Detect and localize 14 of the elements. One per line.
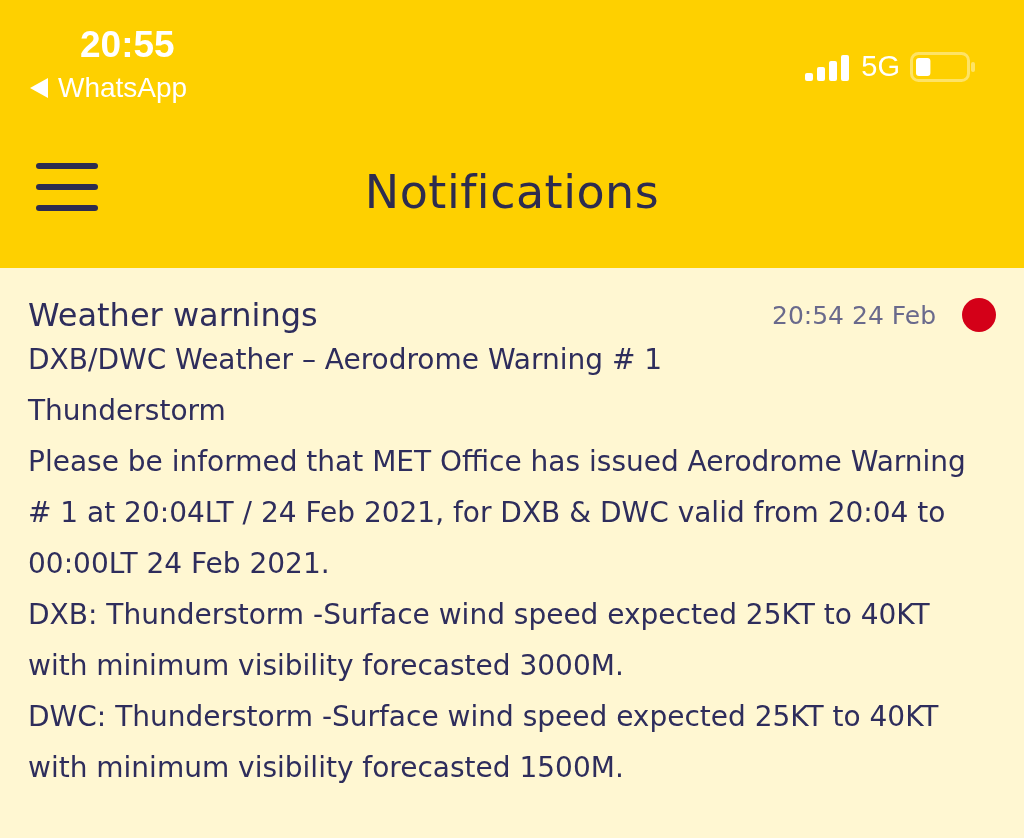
notification-text: DXB/DWC Weather – Aerodrome Warning # 1 xyxy=(28,342,664,378)
signal-icon xyxy=(805,52,852,81)
battery-icon xyxy=(910,51,976,82)
clock-time: 20:55 xyxy=(80,24,176,66)
notification-time: 20:54 24 Feb xyxy=(772,300,936,330)
notification-text: Please be informed that MET Office has issued Aerodrome Warning # 1 at 20:04LT / 24 Feb 2021, for DXB & DWC valid from 20:04 to 00:00LT 24 Feb 2021. xyxy=(28,444,967,582)
notification-text: Thunderstorm xyxy=(28,393,227,429)
back-app-link[interactable]: WhatsApp xyxy=(58,72,188,104)
network-type: 5G xyxy=(861,50,900,83)
notification-title: Weather warnings xyxy=(28,296,318,334)
notification-text: DWC: Thunderstorm -Surface wind speed expected 25KT to 40KT with minimum visibility forecasted 1500M. xyxy=(28,699,940,786)
menu-button[interactable] xyxy=(36,163,98,211)
notification-text: DXB: Thunderstorm -Surface wind speed expected 25KT to 40KT with minimum visibility forecasted 3000M. xyxy=(28,597,931,684)
page-title: Notifications xyxy=(364,164,660,219)
